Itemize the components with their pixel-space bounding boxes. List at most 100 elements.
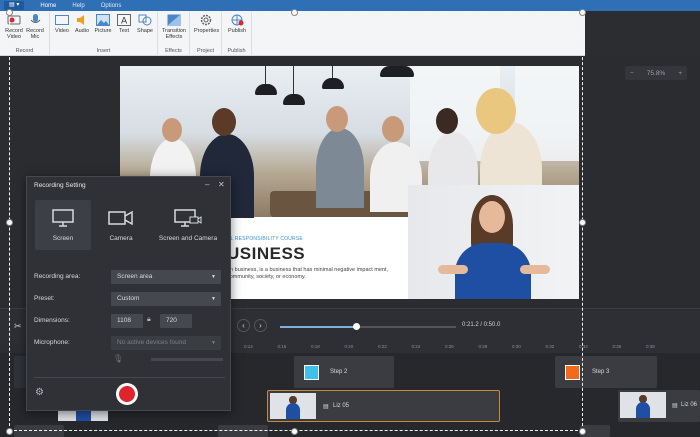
timeline-clip-liz-06[interactable]: ▤ Liz 06 xyxy=(618,390,700,422)
timeline-ruler[interactable]: 0:14 0:16 0:18 0:20 0:22 0:24 0:26 0:28 0:30 0:32… xyxy=(230,343,700,353)
resize-handle[interactable] xyxy=(579,428,586,435)
microphone-icon: 🎙︎ xyxy=(113,354,124,363)
properties-button[interactable]: Properties xyxy=(194,14,219,34)
record-button[interactable] xyxy=(116,383,138,405)
film-icon: ▤ xyxy=(672,403,678,409)
text-icon: A xyxy=(117,14,131,26)
microphone-icon xyxy=(30,14,41,23)
close-icon[interactable]: ✕ xyxy=(218,180,225,189)
tab-home[interactable]: Home xyxy=(40,3,56,9)
minimize-icon[interactable]: – xyxy=(205,180,209,189)
publish-button[interactable]: Publish xyxy=(225,14,249,34)
resize-handle[interactable] xyxy=(6,9,13,16)
chevron-right-icon: › xyxy=(259,321,262,330)
chevron-left-icon: ‹ xyxy=(242,321,245,330)
mode-screen[interactable]: Screen xyxy=(35,200,91,250)
scissors-icon[interactable]: ✂ xyxy=(14,321,22,332)
timeline-clip-liz-05[interactable]: ▤ Liz 05 xyxy=(267,390,500,422)
slide-subtitle: AL RESPONSIBILITY COURSE xyxy=(227,236,303,242)
slide-body-text: en business, is a business that has mini… xyxy=(227,267,389,280)
ribbon-group-label: Effects xyxy=(165,48,182,54)
previous-button[interactable]: ‹ xyxy=(237,319,250,332)
playback-time: 0:21.2 / 0:50.0 xyxy=(462,322,501,328)
playback-progress-fill xyxy=(280,326,356,328)
resize-handle[interactable] xyxy=(291,428,298,435)
chevron-down-icon: ▼ xyxy=(211,274,216,280)
chevron-down-icon: ▼ xyxy=(211,296,216,302)
clip-thumbnail xyxy=(270,393,316,419)
ribbon-group-publish: Publish Publish xyxy=(222,11,252,56)
ruler-tick: 0:24 xyxy=(411,344,421,349)
mode-camera[interactable]: Camera xyxy=(93,200,149,250)
insert-shape-button[interactable]: Shape xyxy=(133,14,157,34)
globe-icon xyxy=(231,14,244,26)
playback-scrubber[interactable] xyxy=(352,323,360,330)
timeline-clip-step-2[interactable]: Step 2 xyxy=(294,356,394,388)
ribbon-group-label: Publish xyxy=(227,48,246,54)
ribbon-group-label: Project xyxy=(196,48,215,54)
record-mic-button[interactable]: Record Mic xyxy=(23,14,47,40)
file-icon: ▤ ▾ xyxy=(9,2,20,8)
ribbon: Record Video Record Mic Record Video Aud… xyxy=(0,11,585,56)
microphone-select[interactable]: No active devices found ▼ xyxy=(111,336,221,350)
tab-help[interactable]: Help xyxy=(72,3,84,9)
screen-camera-icon xyxy=(174,209,202,227)
picture-icon xyxy=(96,14,110,26)
svg-text:A: A xyxy=(121,17,128,27)
ruler-tick: 0:20 xyxy=(344,344,354,349)
ruler-tick: 0:26 xyxy=(445,344,454,349)
resize-handle[interactable] xyxy=(6,428,13,435)
transition-effects-button[interactable]: Transition Effects xyxy=(162,14,186,40)
preset-select[interactable]: Custom ▼ xyxy=(111,292,221,306)
resize-handle[interactable] xyxy=(291,9,298,16)
divider xyxy=(34,377,225,378)
ribbon-tab-bar: ▤ ▾ Home Help Options xyxy=(0,0,700,11)
ruler-tick: 0:22 xyxy=(378,344,387,349)
ribbon-group-label: Insert xyxy=(96,48,111,54)
dimensions-label: Dimensions: xyxy=(34,317,70,324)
recording-area-select[interactable]: Screen area ▼ xyxy=(111,270,221,284)
audio-icon xyxy=(77,15,84,25)
resize-handle[interactable] xyxy=(6,219,13,226)
ribbon-group-label: Record xyxy=(15,48,34,54)
step-2-swatch xyxy=(304,365,319,380)
zoom-value: 75.8% xyxy=(646,69,666,77)
shape-icon xyxy=(138,14,152,26)
recording-setting-dialog: Recording Setting – ✕ Screen Camera Scre… xyxy=(26,176,231,411)
camera-overlay[interactable] xyxy=(408,185,579,299)
dialog-title: Recording Setting xyxy=(34,182,86,189)
width-input[interactable]: 1108 xyxy=(111,314,143,328)
timeline-clip-step-3[interactable]: Step 3 xyxy=(555,356,657,388)
camera-icon xyxy=(108,210,133,226)
resize-handle[interactable] xyxy=(579,219,586,226)
transition-icon xyxy=(167,14,181,26)
video-icon xyxy=(55,15,69,25)
ruler-tick: 0:36 xyxy=(612,344,622,349)
playback-progress[interactable] xyxy=(280,323,456,330)
clip-thumbnail xyxy=(620,392,666,418)
ribbon-group-effects: Transition Effects Effects xyxy=(158,11,190,56)
chevron-down-icon: ▼ xyxy=(211,340,216,346)
settings-icon[interactable]: ⚙ xyxy=(35,387,44,398)
ruler-tick: 0:32 xyxy=(545,344,555,349)
zoom-control: − 75.8% + xyxy=(625,66,687,80)
ribbon-group-project: Properties Project xyxy=(190,11,222,56)
ruler-tick: 0:34 xyxy=(579,344,588,349)
recording-area-label: Recording area: xyxy=(34,273,81,280)
slide-title: USINESS xyxy=(227,244,306,263)
preset-label: Preset: xyxy=(34,295,55,302)
film-icon: ▤ xyxy=(323,404,329,410)
zoom-out-button[interactable]: − xyxy=(630,70,634,77)
zoom-in-button[interactable]: + xyxy=(678,70,682,77)
microphone-label: Microphone: xyxy=(34,339,70,346)
tab-options[interactable]: Options xyxy=(101,3,122,9)
next-button[interactable]: › xyxy=(254,319,267,332)
resize-handle[interactable] xyxy=(579,9,586,16)
lock-icon[interactable]: 🔒︎ xyxy=(147,316,151,324)
mode-screen-and-camera[interactable]: Screen and Camera xyxy=(153,200,223,250)
ribbon-group-record: Record Video Record Mic Record xyxy=(0,11,50,56)
microphone-volume-slider[interactable] xyxy=(151,358,223,361)
step-3-swatch xyxy=(565,365,580,380)
height-input[interactable]: 720 xyxy=(160,314,192,328)
ruler-tick: 0:18 xyxy=(311,344,320,349)
